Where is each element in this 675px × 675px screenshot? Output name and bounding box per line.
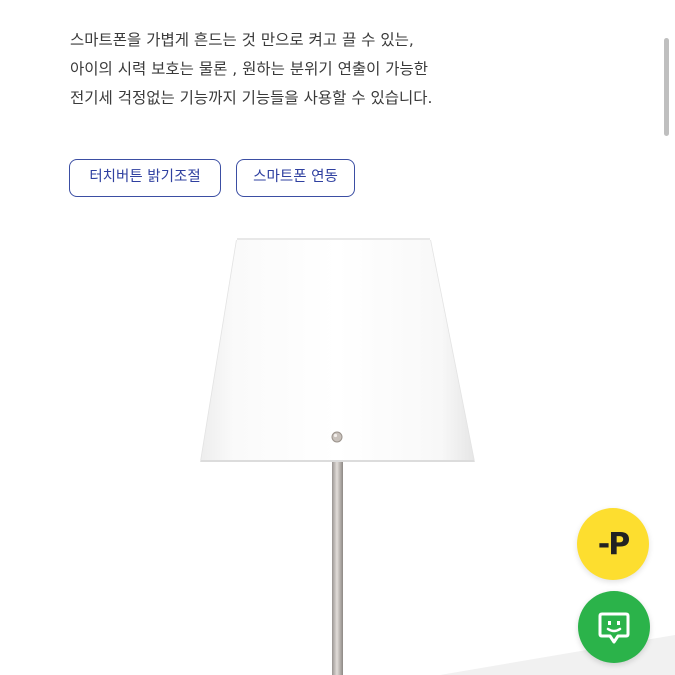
product-description: 스마트폰을 가볍게 흔드는 것 만으로 켜고 끌 수 있는, 아이의 시력 보호… [70, 26, 630, 113]
scrollbar[interactable] [664, 38, 669, 136]
tag-smartphone-link[interactable]: 스마트폰 연동 [236, 159, 355, 197]
description-line: 스마트폰을 가볍게 흔드는 것 만으로 켜고 끌 수 있는, [70, 31, 414, 49]
description-line: 아이의 시력 보호는 물론 , 원하는 분위기 연출이 가능한 [70, 60, 429, 78]
point-button[interactable]: -P [577, 508, 649, 580]
chat-button[interactable] [578, 591, 650, 663]
description-line: 전기세 걱정없는 기능까지 기능들을 사용할 수 있습니다. [70, 89, 433, 107]
product-image [200, 238, 675, 675]
tag-touch-brightness[interactable]: 터치버튼 밝기조절 [69, 159, 221, 197]
point-p-icon: -P [597, 526, 630, 562]
lamp-knob [331, 431, 343, 443]
chat-icon [598, 612, 630, 644]
lamp-pole [332, 462, 343, 675]
lamp-shade [201, 239, 474, 461]
